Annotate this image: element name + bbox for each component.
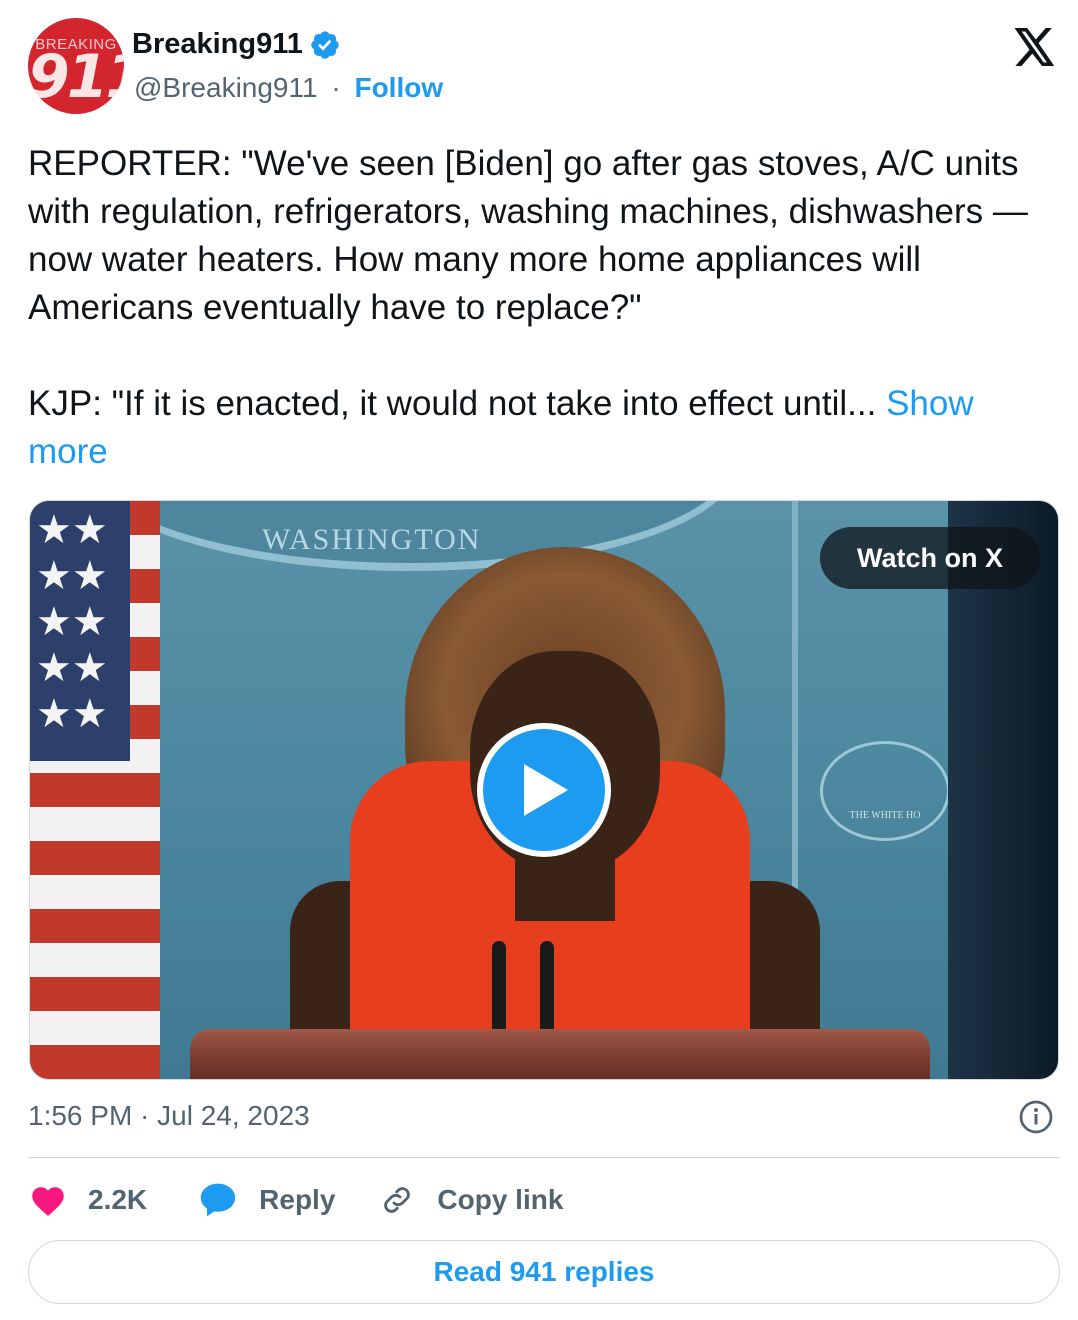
divider: [28, 1157, 1060, 1158]
like-count: 2.2K: [88, 1184, 148, 1215]
play-button[interactable]: [477, 723, 611, 857]
microphone: [492, 941, 506, 1031]
copy-link-button[interactable]: Copy link: [379, 1182, 563, 1218]
white-house-logo-text: THE WHITE HO: [849, 810, 921, 821]
tweet-body: REPORTER: "We've seen [Biden] go after g…: [28, 144, 1028, 423]
action-bar: 2.2K Reply Copy link: [30, 1178, 563, 1222]
play-icon: [524, 764, 568, 816]
x-logo-icon[interactable]: [1014, 28, 1056, 66]
us-flag-stars: ★★★★★★★★★★: [30, 501, 130, 761]
tweet-embed-card: BREAKING 911 Breaking911 @Breaking911 · …: [0, 0, 1078, 1320]
white-house-logo: THE WHITE HO: [820, 741, 950, 841]
like-button[interactable]: 2.2K: [30, 1183, 147, 1217]
follow-button[interactable]: Follow: [354, 72, 443, 103]
info-icon[interactable]: [1018, 1099, 1054, 1135]
author-handle-row: @Breaking911 · Follow: [134, 72, 443, 104]
author-avatar[interactable]: BREAKING 911: [28, 18, 124, 114]
copy-link-label: Copy link: [437, 1184, 564, 1215]
watch-on-x-button[interactable]: Watch on X: [820, 527, 1040, 589]
separator-dot: ·: [331, 72, 341, 103]
reply-button[interactable]: Reply: [199, 1182, 335, 1218]
tweet-text: REPORTER: "We've seen [Biden] go after g…: [28, 140, 1048, 476]
podium: [190, 1029, 930, 1079]
author-handle[interactable]: @Breaking911: [134, 72, 318, 103]
read-replies-button[interactable]: Read 941 replies: [28, 1240, 1060, 1304]
video-player[interactable]: THE WHITE HO ★★★★★★★★★★ WASHINGTON Watch…: [29, 500, 1059, 1080]
reply-label: Reply: [259, 1184, 336, 1215]
microphone: [540, 941, 554, 1031]
author-name-row[interactable]: Breaking911: [132, 28, 341, 61]
link-icon: [384, 1187, 411, 1213]
tweet-timestamp[interactable]: 1:56 PM · Jul 24, 2023: [28, 1100, 310, 1132]
reply-bubble-icon: [200, 1183, 236, 1217]
avatar-number: 911: [28, 42, 124, 112]
verified-badge-icon: [311, 30, 339, 59]
backdrop-text: WASHINGTON: [262, 523, 482, 556]
heart-icon: [32, 1187, 64, 1216]
author-display-name[interactable]: Breaking911: [132, 28, 303, 61]
